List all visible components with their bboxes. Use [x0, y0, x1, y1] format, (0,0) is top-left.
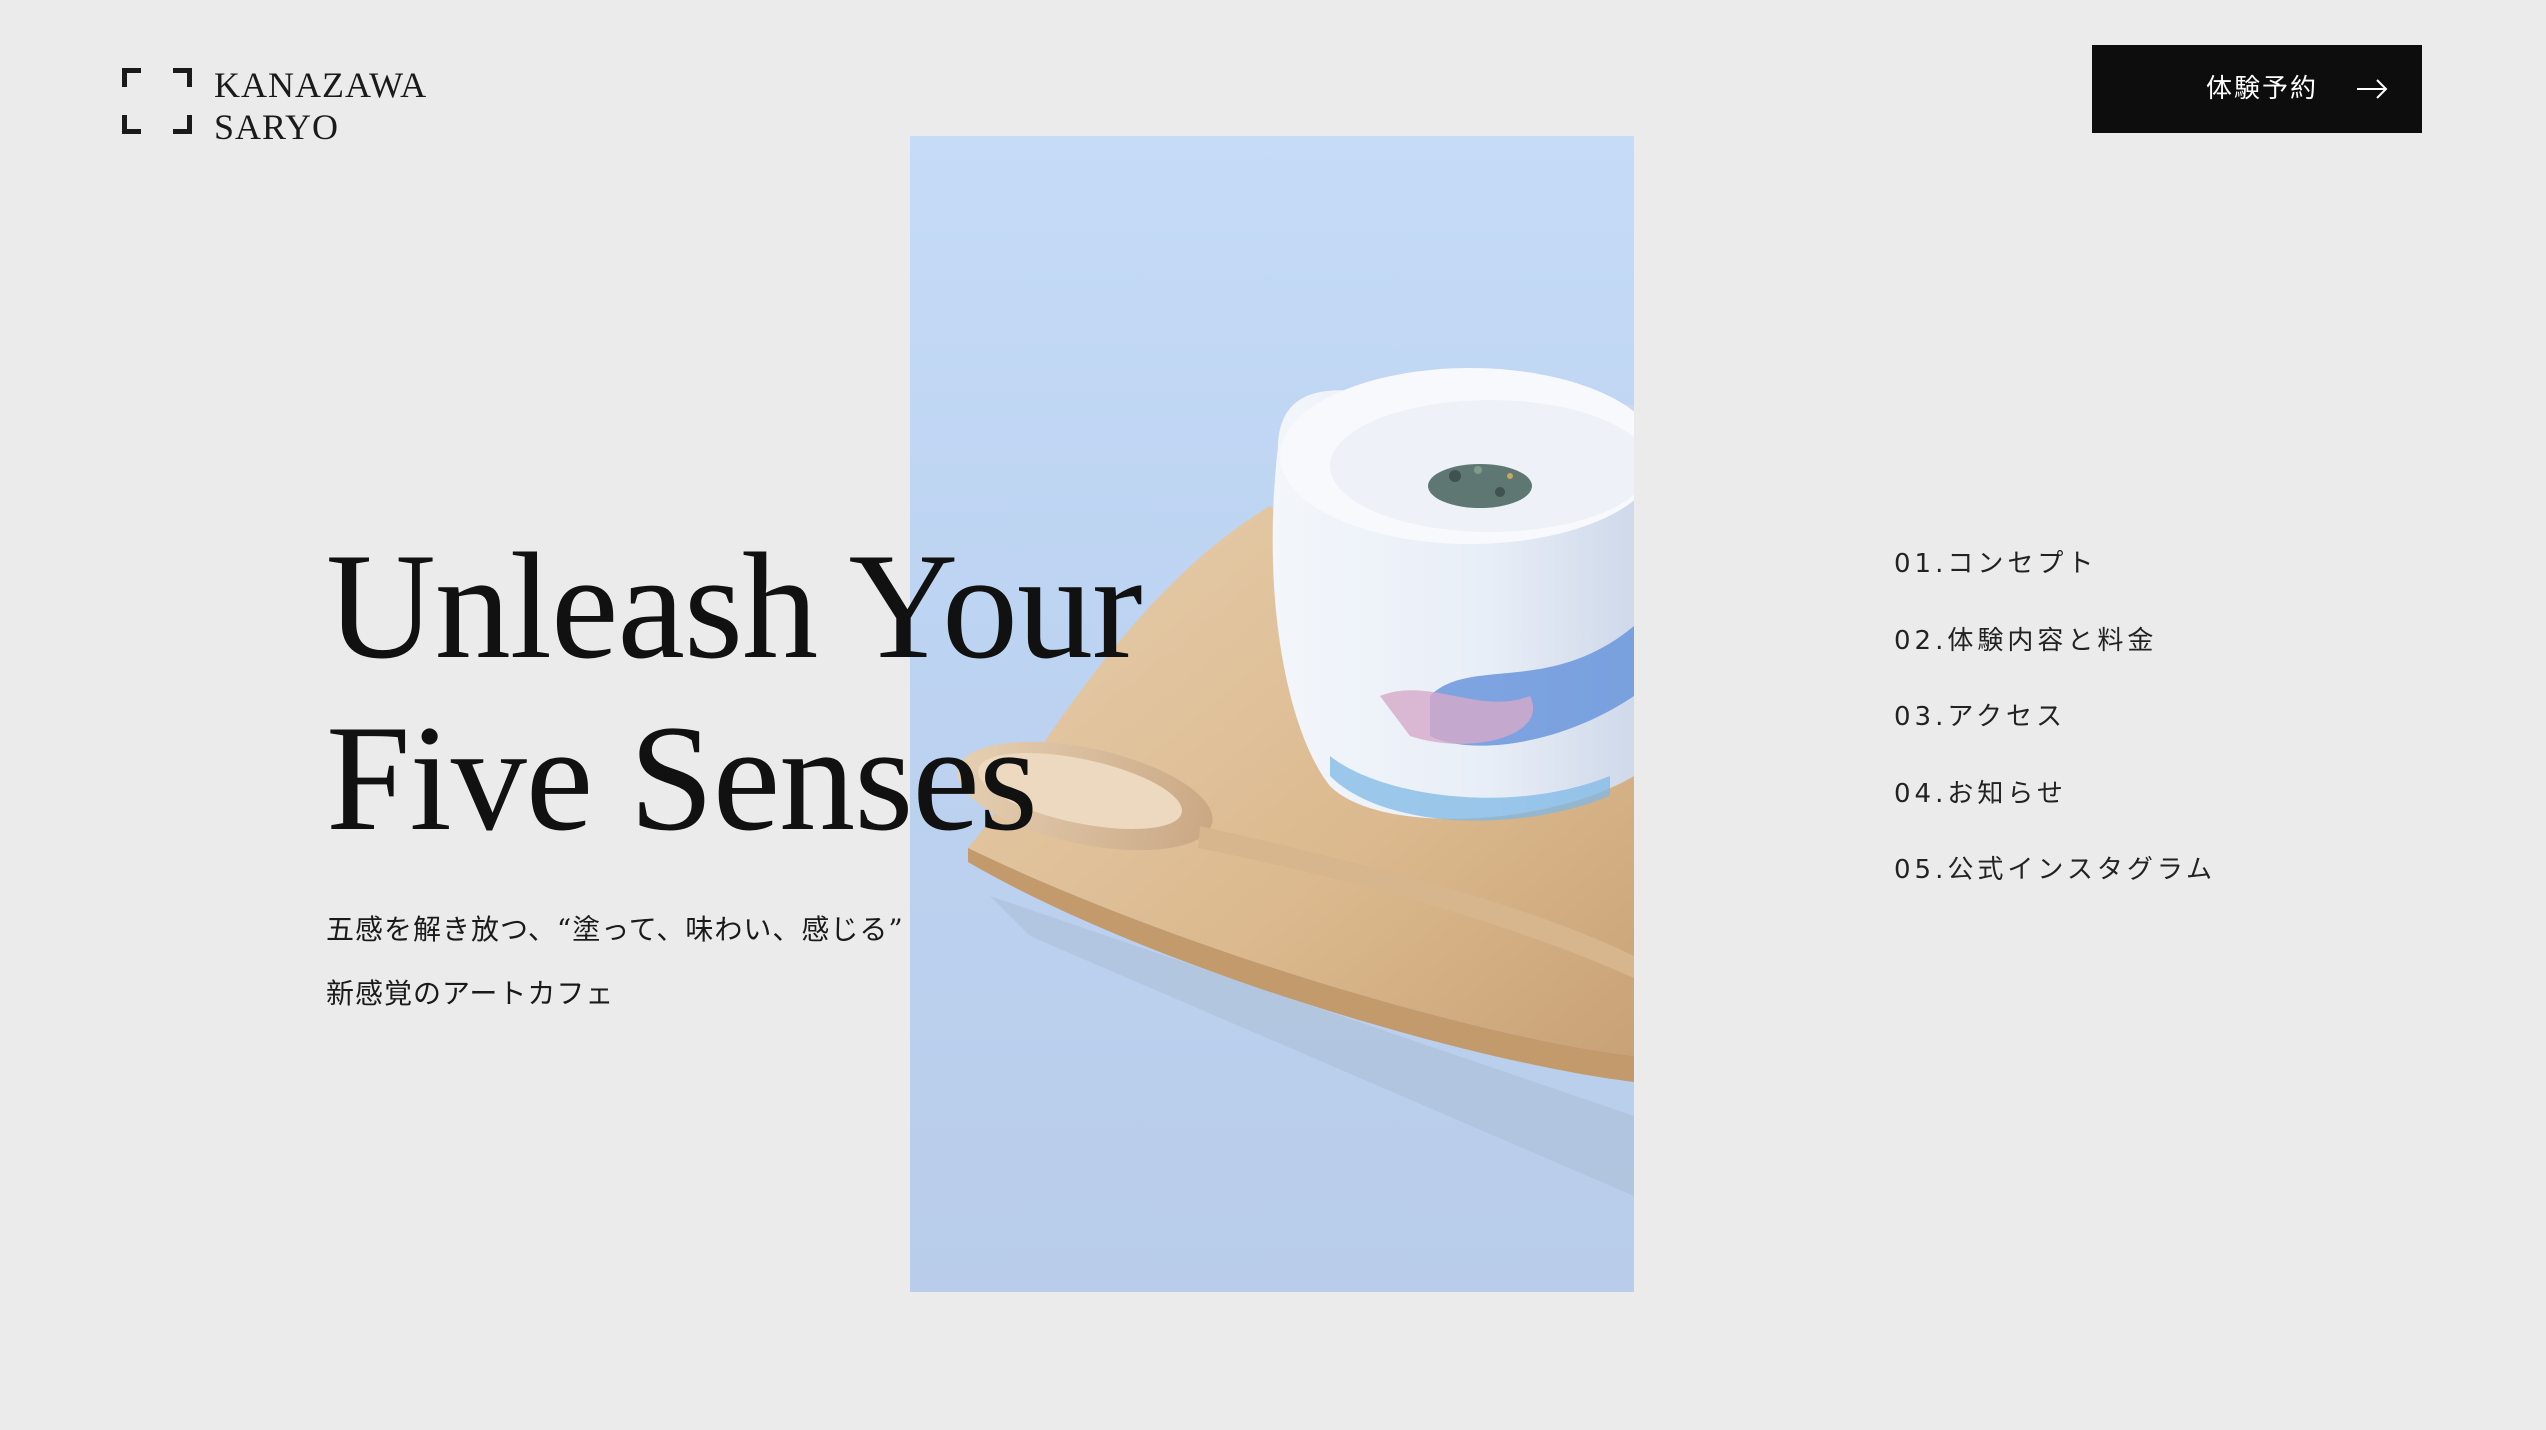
logo-frame-icon [122, 68, 192, 134]
hero-subcopy: 五感を解き放つ、“塗って、味わい、感じる” 新感覚のアートカフェ [326, 898, 904, 1026]
logo-line-1: KANAZAWA [214, 65, 428, 105]
hero-headline: Unleash Your Five Senses [326, 520, 1143, 864]
nav-item-access[interactable]: 03.アクセス [1894, 693, 2216, 770]
nav-item-experience-pricing[interactable]: 02.体験内容と料金 [1894, 617, 2216, 694]
hero-subcopy-line-2: 新感覚のアートカフェ [326, 977, 615, 1010]
reserve-button[interactable]: 体験予約 [2092, 45, 2422, 133]
reserve-button-label: 体験予約 [2206, 74, 2319, 104]
nav-item-instagram[interactable]: 05.公式インスタグラム [1894, 846, 2216, 923]
arrow-right-icon [2357, 79, 2388, 99]
nav-item-concept[interactable]: 01.コンセプト [1894, 540, 2216, 617]
nav-item-news[interactable]: 04.お知らせ [1894, 770, 2216, 847]
hero-headline-line-2: Five Senses [326, 694, 1038, 862]
side-nav: 01.コンセプト 02.体験内容と料金 03.アクセス 04.お知らせ 05.公… [1894, 540, 2216, 923]
logo-text: KANAZAWA SARYO [214, 64, 427, 148]
site-logo[interactable]: KANAZAWA SARYO [122, 64, 442, 147]
logo-line-2: SARYO [214, 107, 340, 147]
hero-subcopy-line-1: 五感を解き放つ、“塗って、味わい、感じる” [326, 913, 904, 946]
hero-headline-line-1: Unleash Your [326, 522, 1143, 690]
